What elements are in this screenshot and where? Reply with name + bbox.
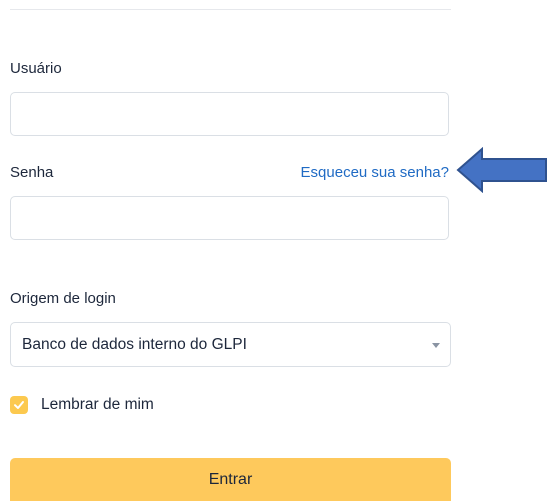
password-label: Senha <box>10 164 54 181</box>
login-source-label: Origem de login <box>10 290 116 307</box>
login-button[interactable]: Entrar <box>10 458 451 501</box>
checkmark-icon <box>14 401 24 409</box>
forgot-password-link[interactable]: Esqueceu sua senha? <box>301 164 449 181</box>
remember-me-checkbox[interactable] <box>10 396 28 414</box>
login-source-select[interactable]: Banco de dados interno do GLPI <box>10 322 451 367</box>
divider <box>10 9 451 10</box>
remember-me-label[interactable]: Lembrar de mim <box>41 396 154 414</box>
arrow-left-icon <box>456 147 547 193</box>
login-source-value: Banco de dados interno do GLPI <box>22 336 247 353</box>
login-page: Usuário Senha Esqueceu sua senha? Origem… <box>0 0 550 501</box>
chevron-down-icon <box>432 343 440 348</box>
password-input[interactable] <box>10 196 449 240</box>
username-label: Usuário <box>10 60 62 77</box>
username-input[interactable] <box>10 92 449 136</box>
